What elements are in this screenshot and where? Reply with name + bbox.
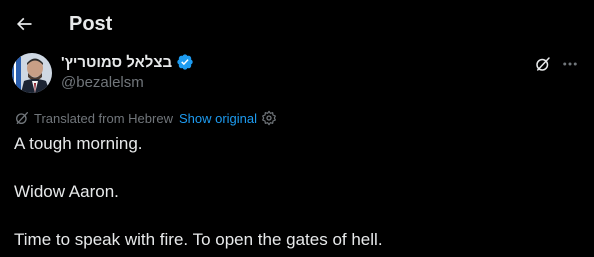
tweet-paragraph: Time to speak with fire. To open the gat…: [14, 230, 383, 249]
more-horizontal-icon: [563, 62, 577, 66]
tweet-paragraph: A tough morning.: [14, 134, 143, 153]
page-title: Post: [69, 13, 113, 35]
translation-bar: Translated from Hebrew Show original: [14, 109, 277, 127]
show-original-link[interactable]: Show original: [179, 111, 257, 126]
translated-from-label: Translated from Hebrew: [34, 110, 173, 126]
tweet-text: A tough morning. Widow Aaron. Time to sp…: [14, 132, 584, 252]
author-name-row: בצלאל סמוטריץ': [61, 52, 194, 72]
gear-icon[interactable]: [261, 110, 277, 126]
grok-icon: [536, 57, 550, 71]
avatar[interactable]: [12, 53, 52, 93]
verified-badge-icon[interactable]: [176, 53, 194, 71]
post-header: Post: [0, 0, 594, 48]
back-button[interactable]: [12, 12, 36, 36]
author-display-name[interactable]: בצלאל סמוטריץ': [61, 54, 172, 71]
grok-button[interactable]: [532, 53, 554, 75]
author-handle[interactable]: @bezalelsm: [61, 74, 144, 91]
avatar-image: [12, 53, 52, 93]
more-options-button[interactable]: [559, 53, 581, 75]
translate-icon: [16, 112, 28, 124]
tweet-paragraph: Widow Aaron.: [14, 182, 119, 201]
arrow-left-icon: [16, 17, 32, 31]
